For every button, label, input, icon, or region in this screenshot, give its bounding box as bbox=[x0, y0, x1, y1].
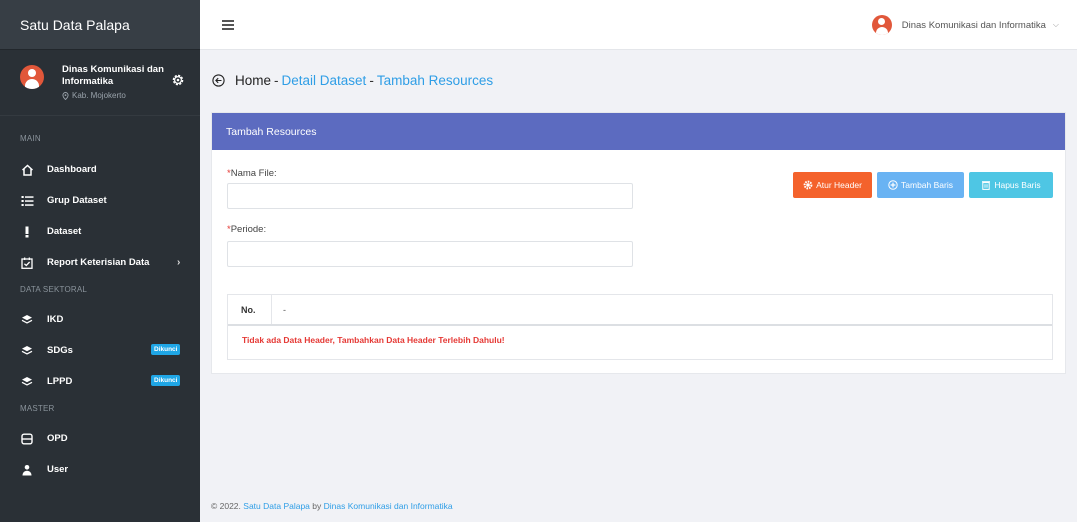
section-label-sektoral: DATA SEKTORAL bbox=[20, 285, 88, 294]
card-title: Tambah Resources bbox=[212, 113, 1065, 150]
periode-input[interactable] bbox=[227, 241, 633, 267]
layers-icon bbox=[20, 344, 34, 358]
plus-circle-icon bbox=[888, 180, 898, 190]
brand-title[interactable]: Satu Data Palapa bbox=[0, 0, 200, 50]
layers-icon bbox=[20, 313, 34, 327]
resources-table: No. - Tidak ada Data Header, Tambahkan D… bbox=[227, 294, 1053, 360]
footer-org-link[interactable]: Dinas Komunikasi dan Informatika bbox=[324, 501, 453, 511]
footer-by: by bbox=[312, 501, 322, 511]
table-header-dash: - bbox=[283, 304, 286, 315]
user-menu[interactable]: Dinas Komunikasi dan Informatika ⌵ bbox=[871, 15, 1059, 35]
atur-header-label: Atur Header bbox=[816, 180, 862, 190]
layers-icon bbox=[20, 375, 34, 389]
sidebar-item-ikd[interactable]: IKD bbox=[0, 304, 200, 335]
sidebar-item-label: Report Keterisian Data bbox=[47, 257, 150, 268]
sidebar-item-dashboard[interactable]: Dashboard bbox=[0, 154, 200, 185]
tambah-baris-label: Tambah Baris bbox=[901, 180, 953, 190]
sidebar-item-opd[interactable]: OPD bbox=[0, 423, 200, 454]
sidebar-user-name: Dinas Komunikasi dan Informatika bbox=[62, 64, 164, 87]
locked-badge: Dikunci bbox=[151, 344, 181, 355]
avatar bbox=[871, 15, 892, 35]
chevron-right-icon: › bbox=[177, 257, 181, 268]
trash-icon bbox=[982, 181, 991, 190]
breadcrumb-separator: - bbox=[369, 73, 374, 88]
nama-file-input[interactable] bbox=[227, 183, 633, 209]
table-header-row: No. - bbox=[228, 295, 1052, 326]
sidebar-item-report[interactable]: Report Keterisian Data › bbox=[0, 247, 200, 278]
sidebar-item-label: OPD bbox=[47, 433, 68, 444]
sidebar-user-location: Kab. Mojokerto bbox=[62, 91, 172, 100]
home-icon bbox=[20, 163, 34, 177]
breadcrumb: Home - Detail Dataset - Tambah Resources bbox=[212, 73, 493, 88]
sidebar-item-label: LPPD bbox=[47, 376, 73, 387]
breadcrumb-home[interactable]: Home bbox=[235, 73, 271, 88]
footer-app-link[interactable]: Satu Data Palapa bbox=[243, 501, 310, 511]
tambah-baris-button[interactable]: Tambah Baris bbox=[877, 172, 964, 198]
user-icon bbox=[20, 463, 34, 477]
map-pin-icon bbox=[62, 91, 69, 100]
menu-toggle-icon[interactable] bbox=[222, 20, 234, 30]
tambah-resources-card: Tambah Resources *Nama File: *Periode: A… bbox=[211, 112, 1066, 374]
sidebar-item-label: User bbox=[47, 464, 69, 475]
sidebar-user-location-text: Kab. Mojokerto bbox=[72, 91, 126, 100]
hapus-baris-label: Hapus Baris bbox=[994, 180, 1041, 190]
empty-table-message: Tidak ada Data Header, Tambahkan Data He… bbox=[242, 335, 505, 345]
nama-file-label-text: Nama File: bbox=[230, 168, 277, 179]
breadcrumb-separator: - bbox=[274, 73, 279, 88]
locked-badge: Dikunci bbox=[151, 375, 181, 386]
gear-icon bbox=[803, 180, 813, 190]
atur-header-button[interactable]: Atur Header bbox=[793, 172, 872, 198]
footer-copyright: © 2022. bbox=[211, 501, 241, 511]
breadcrumb-current[interactable]: Tambah Resources bbox=[377, 73, 493, 88]
breadcrumb-detail-dataset[interactable]: Detail Dataset bbox=[282, 73, 367, 88]
sidebar-item-label: Dataset bbox=[47, 226, 82, 237]
section-label-master: MASTER bbox=[20, 404, 55, 413]
back-arrow-icon[interactable] bbox=[212, 74, 225, 87]
gear-icon[interactable] bbox=[171, 73, 185, 87]
periode-label: *Periode: bbox=[227, 224, 266, 235]
chevron-down-icon: ⌵ bbox=[1052, 20, 1059, 29]
list-icon bbox=[20, 194, 34, 208]
table-header-no: No. bbox=[228, 295, 272, 324]
sidebar-item-dataset[interactable]: Dataset bbox=[0, 216, 200, 247]
sidebar-item-grup-dataset[interactable]: Grup Dataset bbox=[0, 185, 200, 216]
hapus-baris-button[interactable]: Hapus Baris bbox=[969, 172, 1053, 198]
sidebar: Satu Data Palapa Dinas Komunikasi dan In… bbox=[0, 0, 200, 522]
exclamation-icon bbox=[20, 225, 34, 239]
periode-label-text: Periode: bbox=[230, 224, 267, 235]
database-icon bbox=[20, 432, 34, 446]
sidebar-user-panel: Dinas Komunikasi dan Informatika Kab. Mo… bbox=[0, 50, 200, 116]
avatar bbox=[20, 65, 44, 89]
nama-file-label: *Nama File: bbox=[227, 168, 277, 179]
user-menu-name: Dinas Komunikasi dan Informatika bbox=[901, 19, 1046, 31]
sidebar-item-label: SDGs bbox=[47, 345, 73, 356]
section-label-main: MAIN bbox=[20, 134, 41, 143]
topbar: Dinas Komunikasi dan Informatika ⌵ bbox=[200, 0, 1077, 50]
sidebar-item-label: Dashboard bbox=[47, 164, 97, 175]
sidebar-item-label: IKD bbox=[47, 314, 64, 325]
sidebar-item-label: Grup Dataset bbox=[47, 195, 107, 206]
sidebar-item-sdgs[interactable]: SDGs Dikunci bbox=[0, 335, 200, 366]
footer: © 2022. Satu Data Palapa by Dinas Komuni… bbox=[211, 501, 453, 511]
sidebar-item-lppd[interactable]: LPPD Dikunci bbox=[0, 366, 200, 397]
sidebar-item-user[interactable]: User bbox=[0, 454, 200, 485]
calendar-check-icon bbox=[20, 256, 34, 270]
